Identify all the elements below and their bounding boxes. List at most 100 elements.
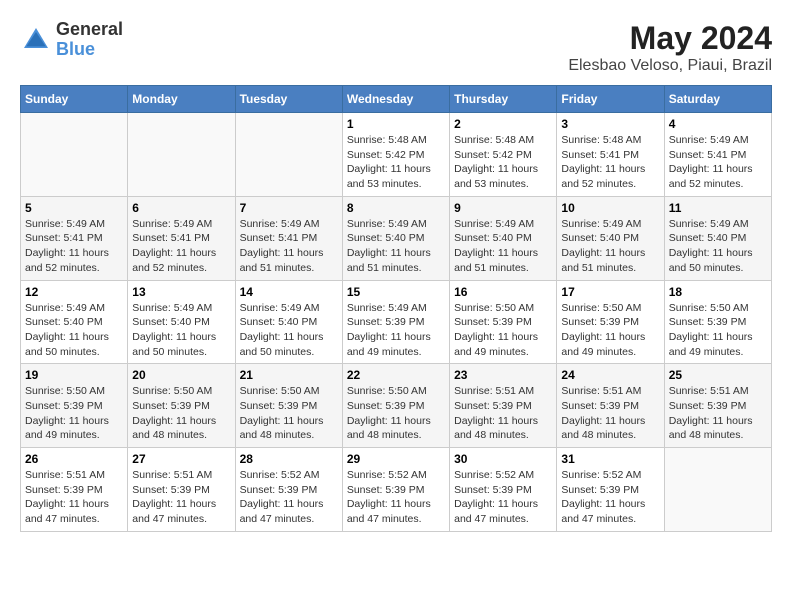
day-number: 28 — [240, 452, 338, 466]
day-info: Sunrise: 5:49 AM Sunset: 5:41 PM Dayligh… — [669, 133, 767, 192]
day-info: Sunrise: 5:50 AM Sunset: 5:39 PM Dayligh… — [25, 384, 123, 443]
header-day-wednesday: Wednesday — [342, 86, 449, 113]
day-number: 10 — [561, 201, 659, 215]
calendar-cell: 17 Sunrise: 5:50 AM Sunset: 5:39 PM Dayli… — [557, 280, 664, 364]
header-day-friday: Friday — [557, 86, 664, 113]
day-number: 29 — [347, 452, 445, 466]
calendar-table: SundayMondayTuesdayWednesdayThursdayFrid… — [20, 85, 772, 532]
header-day-monday: Monday — [128, 86, 235, 113]
calendar-cell — [128, 113, 235, 197]
calendar-cell — [664, 448, 771, 532]
calendar-cell: 12 Sunrise: 5:49 AM Sunset: 5:40 PM Dayli… — [21, 280, 128, 364]
day-info: Sunrise: 5:48 AM Sunset: 5:42 PM Dayligh… — [454, 133, 552, 192]
calendar-cell: 10 Sunrise: 5:49 AM Sunset: 5:40 PM Dayli… — [557, 196, 664, 280]
day-number: 14 — [240, 285, 338, 299]
calendar-cell: 27 Sunrise: 5:51 AM Sunset: 5:39 PM Dayli… — [128, 448, 235, 532]
day-number: 19 — [25, 368, 123, 382]
day-number: 23 — [454, 368, 552, 382]
day-number: 21 — [240, 368, 338, 382]
day-number: 12 — [25, 285, 123, 299]
logo-text: GeneralBlue — [56, 20, 123, 60]
calendar-cell: 30 Sunrise: 5:52 AM Sunset: 5:39 PM Dayli… — [450, 448, 557, 532]
calendar-cell: 8 Sunrise: 5:49 AM Sunset: 5:40 PM Daylig… — [342, 196, 449, 280]
day-number: 6 — [132, 201, 230, 215]
calendar-cell: 14 Sunrise: 5:49 AM Sunset: 5:40 PM Dayli… — [235, 280, 342, 364]
day-info: Sunrise: 5:51 AM Sunset: 5:39 PM Dayligh… — [454, 384, 552, 443]
day-number: 15 — [347, 285, 445, 299]
day-info: Sunrise: 5:49 AM Sunset: 5:41 PM Dayligh… — [132, 217, 230, 276]
page-subtitle: Elesbao Veloso, Piaui, Brazil — [568, 57, 772, 75]
day-number: 18 — [669, 285, 767, 299]
day-number: 25 — [669, 368, 767, 382]
day-number: 11 — [669, 201, 767, 215]
day-info: Sunrise: 5:51 AM Sunset: 5:39 PM Dayligh… — [669, 384, 767, 443]
day-info: Sunrise: 5:50 AM Sunset: 5:39 PM Dayligh… — [132, 384, 230, 443]
day-info: Sunrise: 5:51 AM Sunset: 5:39 PM Dayligh… — [561, 384, 659, 443]
day-number: 8 — [347, 201, 445, 215]
day-info: Sunrise: 5:50 AM Sunset: 5:39 PM Dayligh… — [561, 301, 659, 360]
day-info: Sunrise: 5:49 AM Sunset: 5:41 PM Dayligh… — [25, 217, 123, 276]
calendar-cell: 1 Sunrise: 5:48 AM Sunset: 5:42 PM Daylig… — [342, 113, 449, 197]
calendar-cell: 15 Sunrise: 5:49 AM Sunset: 5:39 PM Dayli… — [342, 280, 449, 364]
day-number: 13 — [132, 285, 230, 299]
day-number: 17 — [561, 285, 659, 299]
day-number: 5 — [25, 201, 123, 215]
day-info: Sunrise: 5:50 AM Sunset: 5:39 PM Dayligh… — [669, 301, 767, 360]
day-info: Sunrise: 5:50 AM Sunset: 5:39 PM Dayligh… — [347, 384, 445, 443]
day-number: 16 — [454, 285, 552, 299]
calendar-cell: 13Sunrise: 5:49 AM Sunset: 5:40 PM Dayli… — [128, 280, 235, 364]
calendar-header: SundayMondayTuesdayWednesdayThursdayFrid… — [21, 86, 772, 113]
day-info: Sunrise: 5:51 AM Sunset: 5:39 PM Dayligh… — [132, 468, 230, 527]
page-title: May 2024 — [568, 20, 772, 57]
calendar-cell: 2 Sunrise: 5:48 AM Sunset: 5:42 PM Daylig… — [450, 113, 557, 197]
calendar-body: 1 Sunrise: 5:48 AM Sunset: 5:42 PM Daylig… — [21, 113, 772, 532]
calendar-week-3: 12 Sunrise: 5:49 AM Sunset: 5:40 PM Dayli… — [21, 280, 772, 364]
day-number: 2 — [454, 117, 552, 131]
day-number: 30 — [454, 452, 552, 466]
day-number: 27 — [132, 452, 230, 466]
calendar-cell: 19 Sunrise: 5:50 AM Sunset: 5:39 PM Dayli… — [21, 364, 128, 448]
day-number: 1 — [347, 117, 445, 131]
calendar-cell: 9 Sunrise: 5:49 AM Sunset: 5:40 PM Daylig… — [450, 196, 557, 280]
day-number: 4 — [669, 117, 767, 131]
day-info: Sunrise: 5:49 AM Sunset: 5:40 PM Dayligh… — [240, 301, 338, 360]
calendar-cell — [235, 113, 342, 197]
header-row: SundayMondayTuesdayWednesdayThursdayFrid… — [21, 86, 772, 113]
day-info: Sunrise: 5:49 AM Sunset: 5:40 PM Dayligh… — [25, 301, 123, 360]
calendar-cell: 24 Sunrise: 5:51 AM Sunset: 5:39 PM Dayli… — [557, 364, 664, 448]
calendar-cell: 29 Sunrise: 5:52 AM Sunset: 5:39 PM Dayli… — [342, 448, 449, 532]
calendar-cell: 23 Sunrise: 5:51 AM Sunset: 5:39 PM Dayli… — [450, 364, 557, 448]
day-info: Sunrise: 5:49 AM Sunset: 5:41 PM Dayligh… — [240, 217, 338, 276]
day-info: Sunrise: 5:49 AM Sunset: 5:40 PM Dayligh… — [561, 217, 659, 276]
day-info: Sunrise: 5:48 AM Sunset: 5:42 PM Dayligh… — [347, 133, 445, 192]
header-day-saturday: Saturday — [664, 86, 771, 113]
calendar-cell: 5 Sunrise: 5:49 AM Sunset: 5:41 PM Daylig… — [21, 196, 128, 280]
calendar-cell: 31Sunrise: 5:52 AM Sunset: 5:39 PM Dayli… — [557, 448, 664, 532]
day-info: Sunrise: 5:49 AM Sunset: 5:40 PM Dayligh… — [669, 217, 767, 276]
day-info: Sunrise: 5:52 AM Sunset: 5:39 PM Dayligh… — [347, 468, 445, 527]
calendar-cell: 7Sunrise: 5:49 AM Sunset: 5:41 PM Daylig… — [235, 196, 342, 280]
day-number: 3 — [561, 117, 659, 131]
day-info: Sunrise: 5:52 AM Sunset: 5:39 PM Dayligh… — [454, 468, 552, 527]
day-number: 9 — [454, 201, 552, 215]
day-number: 22 — [347, 368, 445, 382]
header-day-thursday: Thursday — [450, 86, 557, 113]
day-info: Sunrise: 5:52 AM Sunset: 5:39 PM Dayligh… — [240, 468, 338, 527]
title-block: May 2024 Elesbao Veloso, Piaui, Brazil — [568, 20, 772, 75]
calendar-cell: 16Sunrise: 5:50 AM Sunset: 5:39 PM Dayli… — [450, 280, 557, 364]
calendar-cell: 18 Sunrise: 5:50 AM Sunset: 5:39 PM Dayli… — [664, 280, 771, 364]
calendar-week-2: 5 Sunrise: 5:49 AM Sunset: 5:41 PM Daylig… — [21, 196, 772, 280]
header-day-tuesday: Tuesday — [235, 86, 342, 113]
calendar-cell: 26Sunrise: 5:51 AM Sunset: 5:39 PM Dayli… — [21, 448, 128, 532]
calendar-cell: 20 Sunrise: 5:50 AM Sunset: 5:39 PM Dayli… — [128, 364, 235, 448]
day-info: Sunrise: 5:49 AM Sunset: 5:40 PM Dayligh… — [347, 217, 445, 276]
day-info: Sunrise: 5:50 AM Sunset: 5:39 PM Dayligh… — [240, 384, 338, 443]
day-number: 24 — [561, 368, 659, 382]
day-number: 26 — [25, 452, 123, 466]
day-info: Sunrise: 5:49 AM Sunset: 5:39 PM Dayligh… — [347, 301, 445, 360]
day-info: Sunrise: 5:49 AM Sunset: 5:40 PM Dayligh… — [454, 217, 552, 276]
calendar-cell — [21, 113, 128, 197]
day-number: 20 — [132, 368, 230, 382]
calendar-cell: 28 Sunrise: 5:52 AM Sunset: 5:39 PM Dayli… — [235, 448, 342, 532]
calendar-cell: 22 Sunrise: 5:50 AM Sunset: 5:39 PM Dayli… — [342, 364, 449, 448]
